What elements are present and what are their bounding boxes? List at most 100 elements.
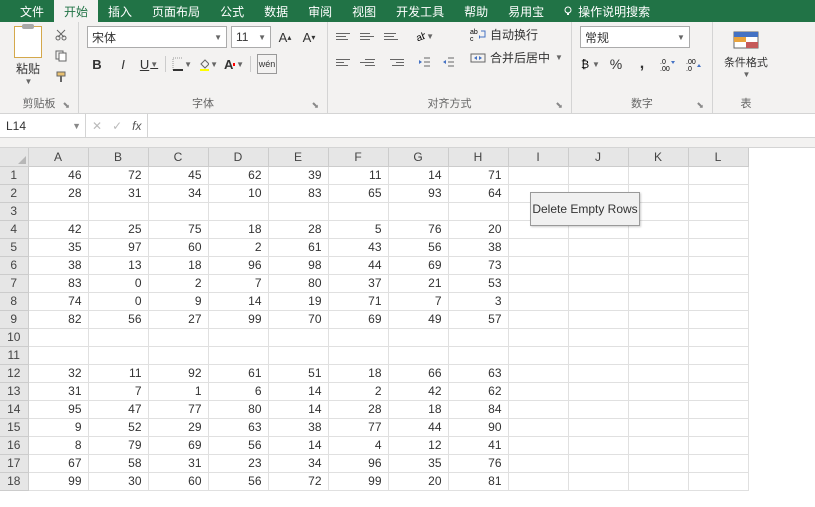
cell[interactable] <box>628 418 688 436</box>
row-header[interactable]: 3 <box>0 202 28 220</box>
cell[interactable]: 37 <box>328 274 388 292</box>
row-header[interactable]: 15 <box>0 418 28 436</box>
cell[interactable] <box>28 202 88 220</box>
font-family-combo[interactable]: 宋体 ▼ <box>87 26 227 48</box>
cell[interactable]: 29 <box>148 418 208 436</box>
cell[interactable] <box>388 346 448 364</box>
cell[interactable] <box>508 436 568 454</box>
cell[interactable]: 44 <box>388 418 448 436</box>
paste-button[interactable]: 粘贴 ▼ <box>8 26 48 86</box>
column-header[interactable]: I <box>508 148 568 166</box>
column-header[interactable]: F <box>328 148 388 166</box>
decrease-font-button[interactable]: A▾ <box>299 27 319 47</box>
cell[interactable]: 21 <box>388 274 448 292</box>
cell[interactable]: 74 <box>28 292 88 310</box>
cell[interactable]: 96 <box>208 256 268 274</box>
cell[interactable] <box>208 328 268 346</box>
tab-view[interactable]: 视图 <box>342 0 386 23</box>
cell[interactable]: 99 <box>28 472 88 490</box>
cell[interactable]: 27 <box>148 310 208 328</box>
cell[interactable] <box>268 346 328 364</box>
cell[interactable]: 76 <box>448 454 508 472</box>
align-top-button[interactable] <box>336 27 356 45</box>
tell-me-search[interactable]: 操作说明搜索 <box>554 3 650 20</box>
cell[interactable]: 38 <box>268 418 328 436</box>
cell[interactable]: 18 <box>388 400 448 418</box>
cell[interactable]: 79 <box>88 436 148 454</box>
cell[interactable]: 92 <box>148 364 208 382</box>
format-painter-button[interactable] <box>52 68 70 86</box>
cell[interactable] <box>568 436 628 454</box>
cell[interactable] <box>628 292 688 310</box>
cell[interactable]: 18 <box>148 256 208 274</box>
cell[interactable] <box>508 292 568 310</box>
cell[interactable]: 42 <box>28 220 88 238</box>
cell[interactable] <box>568 292 628 310</box>
cell[interactable] <box>508 364 568 382</box>
cell[interactable]: 31 <box>88 184 148 202</box>
cell[interactable]: 4 <box>328 436 388 454</box>
italic-button[interactable]: I <box>113 54 133 74</box>
row-header[interactable]: 5 <box>0 238 28 256</box>
cell[interactable] <box>508 382 568 400</box>
cell[interactable]: 25 <box>88 220 148 238</box>
tab-formulas[interactable]: 公式 <box>210 0 254 23</box>
cell[interactable]: 72 <box>88 166 148 184</box>
wrap-text-button[interactable]: abc 自动换行 <box>470 26 563 43</box>
cell[interactable]: 62 <box>208 166 268 184</box>
cell[interactable] <box>508 328 568 346</box>
insert-function-button[interactable]: fx <box>132 119 141 133</box>
cell[interactable]: 83 <box>28 274 88 292</box>
merge-center-button[interactable]: 合并后居中 ▼ <box>470 49 563 66</box>
cell[interactable]: 39 <box>268 166 328 184</box>
cell[interactable] <box>148 202 208 220</box>
cell[interactable]: 35 <box>28 238 88 256</box>
cell[interactable]: 28 <box>268 220 328 238</box>
column-header[interactable]: J <box>568 148 628 166</box>
cell[interactable] <box>208 202 268 220</box>
cell[interactable]: 73 <box>448 256 508 274</box>
cell[interactable] <box>628 328 688 346</box>
tab-help[interactable]: 帮助 <box>454 0 498 23</box>
cell[interactable]: 65 <box>328 184 388 202</box>
cell[interactable] <box>688 382 748 400</box>
tab-developer[interactable]: 开发工具 <box>386 0 454 23</box>
increase-font-button[interactable]: A▴ <box>275 27 295 47</box>
cell[interactable] <box>568 166 628 184</box>
cell[interactable]: 10 <box>208 184 268 202</box>
cell[interactable] <box>628 364 688 382</box>
cell[interactable]: 43 <box>328 238 388 256</box>
cell[interactable] <box>448 328 508 346</box>
bold-button[interactable]: B <box>87 54 107 74</box>
cell[interactable]: 14 <box>208 292 268 310</box>
cell[interactable]: 63 <box>448 364 508 382</box>
cell[interactable] <box>628 166 688 184</box>
cell[interactable]: 14 <box>388 166 448 184</box>
cell[interactable] <box>628 346 688 364</box>
cell[interactable] <box>688 256 748 274</box>
cell[interactable] <box>568 454 628 472</box>
cell[interactable]: 31 <box>28 382 88 400</box>
cell[interactable]: 41 <box>448 436 508 454</box>
cell[interactable]: 77 <box>328 418 388 436</box>
cut-button[interactable] <box>52 26 70 44</box>
cell[interactable]: 6 <box>208 382 268 400</box>
row-header[interactable]: 2 <box>0 184 28 202</box>
column-header[interactable]: B <box>88 148 148 166</box>
tab-page-layout[interactable]: 页面布局 <box>142 0 210 23</box>
cell[interactable]: 56 <box>388 238 448 256</box>
cell[interactable]: 52 <box>88 418 148 436</box>
cell[interactable] <box>508 238 568 256</box>
cell[interactable] <box>508 472 568 490</box>
cell[interactable]: 32 <box>28 364 88 382</box>
cell[interactable]: 51 <box>268 364 328 382</box>
enter-formula-button[interactable]: ✓ <box>112 119 122 133</box>
increase-decimal-button[interactable]: .0.00 <box>658 54 678 74</box>
cell[interactable]: 80 <box>208 400 268 418</box>
tab-home[interactable]: 开始 <box>54 0 98 23</box>
row-header[interactable]: 18 <box>0 472 28 490</box>
cell[interactable] <box>688 364 748 382</box>
cell[interactable] <box>568 364 628 382</box>
column-header[interactable]: H <box>448 148 508 166</box>
cell[interactable] <box>388 202 448 220</box>
